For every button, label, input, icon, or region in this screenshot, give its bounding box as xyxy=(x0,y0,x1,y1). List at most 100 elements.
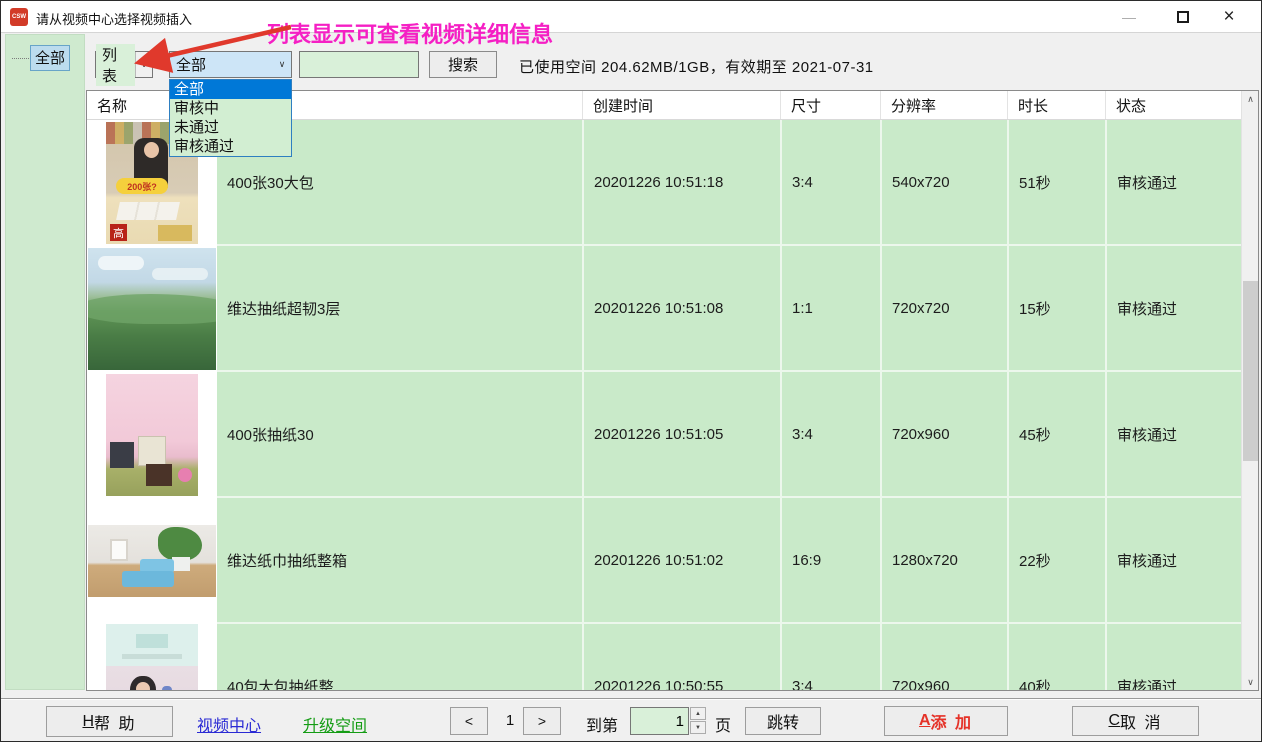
current-page-number: 1 xyxy=(501,712,519,729)
cancel-button[interactable]: C取 消 xyxy=(1072,706,1199,736)
next-page-button[interactable]: > xyxy=(523,707,561,735)
spin-up-icon[interactable]: ▲ xyxy=(690,707,706,720)
column-header-status[interactable]: 状态 xyxy=(1105,91,1242,119)
jump-button[interactable]: 跳转 xyxy=(745,707,821,735)
scroll-up-icon[interactable]: ∧ xyxy=(1242,91,1259,107)
window-title: 请从视频中心选择视频插入 xyxy=(36,9,192,28)
sidebar-item-all[interactable]: 全部 xyxy=(12,45,70,71)
view-mode-value: 列表 xyxy=(96,44,135,86)
title-bar: CSW 请从视频中心选择视频插入 — × xyxy=(1,1,1261,33)
status-filter-value: 全部 xyxy=(170,54,273,75)
spin-down-icon[interactable]: ▼ xyxy=(690,721,706,734)
cell-duration: 15秒 xyxy=(1007,246,1105,372)
cell-resolution: 720x960 xyxy=(880,372,1007,498)
column-header-duration[interactable]: 时长 xyxy=(1007,91,1105,119)
dropdown-option-reviewing[interactable]: 审核中 xyxy=(170,99,291,118)
page-spinner: ▲ ▼ xyxy=(630,707,706,735)
dropdown-option-approved[interactable]: 审核通过 xyxy=(170,137,291,156)
chevron-down-icon[interactable]: ∨ xyxy=(135,52,152,77)
cell-created: 20201226 10:51:08 xyxy=(582,246,780,372)
table-row[interactable]: 维达纸巾抽纸整箱 20201226 10:51:02 16:9 1280x720… xyxy=(87,498,1242,624)
cancel-mnemonic: C xyxy=(1108,712,1120,730)
cell-duration: 45秒 xyxy=(1007,372,1105,498)
video-thumbnail xyxy=(87,624,217,690)
cell-resolution: 1280x720 xyxy=(880,498,1007,624)
prev-page-button[interactable]: < xyxy=(450,707,488,735)
video-table: 名称 创建时间 尺寸 分辨率 时长 状态 200张? 高 400张30大包 xyxy=(86,90,1259,691)
footer-bar: H帮 助 视频中心 升级空间 < 1 > 到第 ▲ ▼ 页 跳转 A添 加 C取… xyxy=(1,698,1262,742)
cell-ratio: 16:9 xyxy=(780,498,880,624)
close-button[interactable]: × xyxy=(1207,1,1251,33)
minimize-button[interactable]: — xyxy=(1107,1,1151,33)
status-filter-select[interactable]: 全部 ∨ xyxy=(169,51,292,78)
dropdown-option-rejected[interactable]: 未通过 xyxy=(170,118,291,137)
scrollbar-thumb[interactable] xyxy=(1243,281,1258,461)
search-button[interactable]: 搜索 xyxy=(429,51,497,78)
help-button[interactable]: H帮 助 xyxy=(46,706,173,737)
cancel-label: 取 消 xyxy=(1120,709,1162,733)
cell-name: 40包大包抽纸整 xyxy=(217,624,582,690)
table-row[interactable]: 维达抽纸超韧3层 20201226 10:51:08 1:1 720x720 1… xyxy=(87,246,1242,372)
cell-name: 400张抽纸30 xyxy=(217,372,582,498)
category-sidebar: 全部 xyxy=(5,34,85,690)
cell-status: 审核通过 xyxy=(1105,246,1242,372)
column-header-ratio[interactable]: 尺寸 xyxy=(780,91,880,119)
cell-status: 审核通过 xyxy=(1105,624,1242,690)
status-filter-dropdown-list: 全部 审核中 未通过 审核通过 xyxy=(169,79,292,157)
storage-usage-text: 已使用空间 204.62MB/1GB，有效期至 2021-07-31 xyxy=(519,56,874,77)
column-header-created[interactable]: 创建时间 xyxy=(582,91,780,119)
video-thumbnail xyxy=(87,372,217,498)
tree-branch-line xyxy=(12,58,29,59)
cell-created: 20201226 10:51:05 xyxy=(582,372,780,498)
cell-duration: 40秒 xyxy=(1007,624,1105,690)
cell-ratio: 3:4 xyxy=(780,120,880,246)
cell-status: 审核通过 xyxy=(1105,498,1242,624)
scroll-down-icon[interactable]: ∨ xyxy=(1242,674,1259,690)
cell-name: 维达纸巾抽纸整箱 xyxy=(217,498,582,624)
video-thumbnail xyxy=(87,498,217,624)
upgrade-space-link[interactable]: 升级空间 xyxy=(303,712,367,736)
cell-ratio: 1:1 xyxy=(780,246,880,372)
page-unit-label: 页 xyxy=(715,712,731,736)
maximize-button[interactable] xyxy=(1161,1,1205,33)
goto-page-label: 到第 xyxy=(586,712,618,736)
cell-resolution: 540x720 xyxy=(880,120,1007,246)
help-label: 帮 助 xyxy=(94,710,136,734)
add-mnemonic: A xyxy=(919,712,931,730)
column-header-resolution[interactable]: 分辨率 xyxy=(880,91,1007,119)
cell-name: 维达抽纸超韧3层 xyxy=(217,246,582,372)
dialog-window: CSW 请从视频中心选择视频插入 — × 列表显示可查看视频详细信息 全部 列表… xyxy=(0,0,1262,742)
help-mnemonic: H xyxy=(82,713,94,731)
view-mode-select[interactable]: 列表 ∨ xyxy=(95,51,153,78)
cell-status: 审核通过 xyxy=(1105,372,1242,498)
cell-created: 20201226 10:51:02 xyxy=(582,498,780,624)
table-row[interactable]: 400张抽纸30 20201226 10:51:05 3:4 720x960 4… xyxy=(87,372,1242,498)
cell-status: 审核通过 xyxy=(1105,120,1242,246)
video-thumbnail xyxy=(87,246,217,372)
sidebar-item-label: 全部 xyxy=(30,45,70,71)
thumbnail-badge: 200张? xyxy=(116,178,168,194)
add-label: 添 加 xyxy=(931,709,973,733)
cell-resolution: 720x960 xyxy=(880,624,1007,690)
cell-resolution: 720x720 xyxy=(880,246,1007,372)
table-row[interactable]: 40包大包抽纸整 20201226 10:50:55 3:4 720x960 4… xyxy=(87,624,1242,690)
app-icon: CSW xyxy=(10,8,28,26)
dropdown-option-all[interactable]: 全部 xyxy=(170,80,291,99)
table-body: 200张? 高 400张30大包 20201226 10:51:18 3:4 5… xyxy=(87,120,1242,690)
video-center-link[interactable]: 视频中心 xyxy=(197,712,261,736)
maximize-icon xyxy=(1177,11,1189,23)
page-number-input[interactable] xyxy=(630,707,689,735)
column-header-name[interactable]: 名称 xyxy=(87,91,582,119)
chevron-down-icon[interactable]: ∨ xyxy=(273,59,291,70)
thumbnail-stamp: 高 xyxy=(110,224,127,241)
cell-duration: 22秒 xyxy=(1007,498,1105,624)
search-input[interactable] xyxy=(299,51,419,78)
cell-ratio: 3:4 xyxy=(780,372,880,498)
cell-created: 20201226 10:51:18 xyxy=(582,120,780,246)
vertical-scrollbar[interactable]: ∧ ∨ xyxy=(1241,91,1258,690)
annotation-text: 列表显示可查看视频详细信息 xyxy=(267,17,553,49)
cell-ratio: 3:4 xyxy=(780,624,880,690)
cell-created: 20201226 10:50:55 xyxy=(582,624,780,690)
cell-duration: 51秒 xyxy=(1007,120,1105,246)
add-button[interactable]: A添 加 xyxy=(884,706,1008,736)
